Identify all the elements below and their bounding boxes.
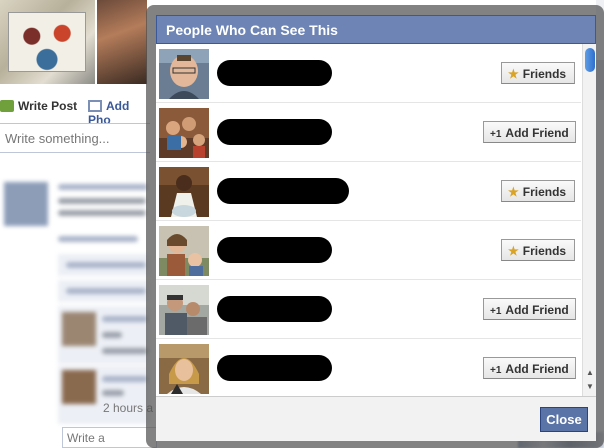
feed-line: [58, 210, 146, 216]
avatar-photo: [159, 226, 209, 276]
person-row: ★ Friends: [156, 162, 581, 221]
plus-one-icon: +1: [490, 306, 502, 317]
avatar[interactable]: [159, 226, 209, 276]
comment-avatar: [62, 312, 96, 346]
feed-line: [102, 332, 122, 338]
person-row: +1 Add Friend: [156, 103, 581, 162]
feed-line: [102, 348, 148, 354]
profile-photo-strip-2[interactable]: [97, 0, 147, 84]
avatar[interactable]: [159, 108, 209, 158]
add-friend-button-label: Add Friend: [505, 362, 569, 376]
redacted-name[interactable]: [217, 119, 332, 145]
people-who-can-see-dialog: People Who Can See This ★ Friends +1 Add…: [156, 15, 596, 441]
friends-button[interactable]: ★ Friends: [501, 239, 575, 261]
friends-button[interactable]: ★ Friends: [501, 180, 575, 202]
avatar-photo: [159, 167, 209, 217]
add-friend-button[interactable]: +1 Add Friend: [483, 357, 576, 379]
friends-button-label: Friends: [522, 244, 567, 258]
dialog-scrollbar[interactable]: ▲ ▼: [582, 44, 596, 409]
scroll-thumb[interactable]: [585, 48, 595, 72]
avatar[interactable]: [159, 285, 209, 335]
close-button[interactable]: Close: [540, 407, 588, 432]
friends-button-label: Friends: [522, 185, 567, 199]
composer-tabs: Write Post Add Pho: [0, 96, 150, 127]
person-row: +1 Add Friend: [156, 339, 581, 398]
speech-bubble-icon: [0, 100, 14, 112]
scroll-up-arrow-icon[interactable]: ▲: [583, 367, 597, 379]
status-composer-input[interactable]: Write something...: [0, 123, 150, 153]
comment-input[interactable]: Write a comment...: [62, 427, 157, 448]
redacted-name[interactable]: [217, 178, 349, 204]
add-friend-button[interactable]: +1 Add Friend: [483, 298, 576, 320]
redacted-name[interactable]: [217, 296, 332, 322]
add-friend-button-label: Add Friend: [505, 126, 569, 140]
people-list: ★ Friends +1 Add Friend ★ Friends ★ Frie…: [156, 44, 581, 409]
cartoon-photo: [8, 12, 86, 72]
avatar[interactable]: [159, 49, 209, 99]
comment-avatar: [62, 370, 96, 404]
scroll-down-arrow-icon[interactable]: ▼: [583, 381, 597, 393]
photo-icon: [88, 100, 102, 112]
star-icon: ★: [508, 244, 519, 258]
dialog-title: People Who Can See This: [156, 15, 596, 44]
redacted-name[interactable]: [217, 355, 332, 381]
feed-line: [66, 288, 146, 294]
friends-button[interactable]: ★ Friends: [501, 62, 575, 84]
person-row: +1 Add Friend: [156, 280, 581, 339]
feed-avatar: [4, 182, 48, 226]
person-row: ★ Friends: [156, 44, 581, 103]
feed-line: [58, 198, 146, 204]
avatar-photo: [159, 49, 209, 99]
person-row: ★ Friends: [156, 221, 581, 280]
plus-one-icon: +1: [490, 365, 502, 376]
avatar-photo: [159, 108, 209, 158]
redacted-name[interactable]: [217, 60, 332, 86]
tab-write-post-label: Write Post: [18, 99, 78, 113]
friends-button-label: Friends: [522, 67, 567, 81]
feed-line: [58, 236, 138, 242]
star-icon: ★: [508, 67, 519, 81]
redacted-name[interactable]: [217, 237, 332, 263]
add-friend-button[interactable]: +1 Add Friend: [483, 121, 576, 143]
tab-write-post[interactable]: Write Post: [0, 99, 77, 113]
dialog-footer: Close: [156, 396, 596, 441]
add-friend-button-label: Add Friend: [505, 303, 569, 317]
plus-one-icon: +1: [490, 129, 502, 140]
feed-line: [66, 262, 146, 268]
avatar-photo: [159, 285, 209, 335]
avatar[interactable]: [159, 344, 209, 394]
profile-photo-strip-1[interactable]: [0, 0, 95, 84]
feed-line: [58, 184, 148, 190]
feed-line: [102, 390, 124, 396]
star-icon: ★: [508, 185, 519, 199]
feed-line: [102, 316, 148, 322]
avatar[interactable]: [159, 167, 209, 217]
avatar-photo: [159, 344, 209, 394]
feed-line: [102, 376, 148, 382]
